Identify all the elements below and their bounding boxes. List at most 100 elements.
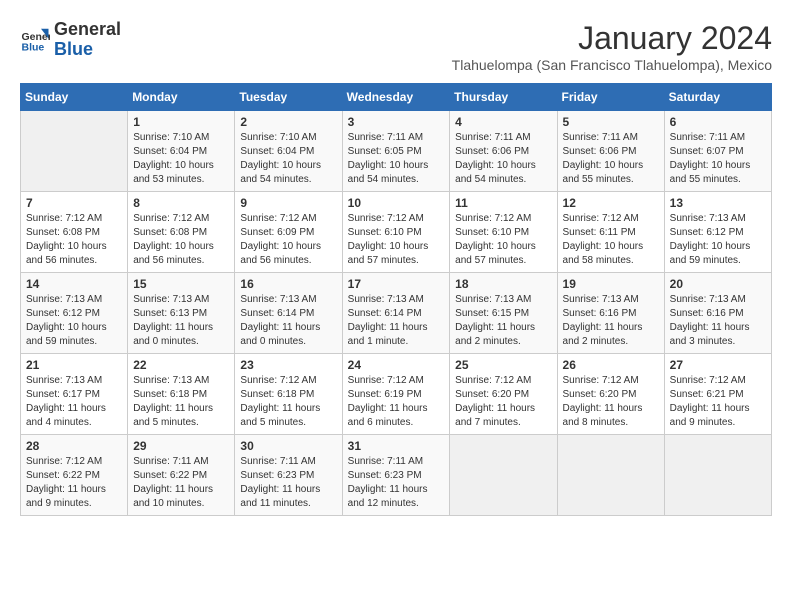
calendar-cell: 31 Sunrise: 7:11 AMSunset: 6:23 PMDayligh… [342,435,450,516]
day-info: Sunrise: 7:12 AMSunset: 6:11 PMDaylight:… [563,212,659,268]
calendar-cell: 18 Sunrise: 7:13 AMSunset: 6:15 PMDayligh… [450,273,557,354]
calendar-cell: 29 Sunrise: 7:11 AMSunset: 6:22 PMDayligh… [128,435,235,516]
day-number: 13 [670,196,766,210]
day-number: 9 [240,196,336,210]
day-info: Sunrise: 7:12 AMSunset: 6:21 PMDaylight:… [670,374,766,430]
day-info: Sunrise: 7:11 AMSunset: 6:23 PMDaylight:… [348,455,445,511]
calendar-cell: 28Sunrise: 7:12 AMSunset: 6:22 PMDayligh… [21,435,128,516]
day-number: 23 [240,358,336,372]
day-info: Sunrise: 7:11 AMSunset: 6:06 PMDaylight:… [455,131,551,187]
day-number: 2 [240,115,336,129]
calendar-cell: 4 Sunrise: 7:11 AMSunset: 6:06 PMDaylight… [450,111,557,192]
day-info: Sunrise: 7:12 AMSunset: 6:10 PMDaylight:… [455,212,551,268]
day-info: Sunrise: 7:12 AMSunset: 6:09 PMDaylight:… [240,212,336,268]
logo-icon: General Blue [20,25,50,55]
day-info: Sunrise: 7:12 AMSunset: 6:20 PMDaylight:… [563,374,659,430]
day-number: 22 [133,358,229,372]
day-info: Sunrise: 7:10 AMSunset: 6:04 PMDaylight:… [133,131,229,187]
day-info: Sunrise: 7:13 AMSunset: 6:14 PMDaylight:… [240,293,336,349]
day-number: 20 [670,277,766,291]
calendar-cell [450,435,557,516]
calendar-body: 1 Sunrise: 7:10 AMSunset: 6:04 PMDaylight… [21,111,772,516]
day-number: 12 [563,196,659,210]
day-number: 10 [348,196,445,210]
calendar-header: SundayMondayTuesdayWednesdayThursdayFrid… [21,84,772,111]
day-number: 19 [563,277,659,291]
week-row-3: 14Sunrise: 7:13 AMSunset: 6:12 PMDayligh… [21,273,772,354]
day-number: 4 [455,115,551,129]
page-header: General Blue General Blue January 2024 T… [20,20,772,73]
day-info: Sunrise: 7:13 AMSunset: 6:12 PMDaylight:… [670,212,766,268]
week-row-1: 1 Sunrise: 7:10 AMSunset: 6:04 PMDaylight… [21,111,772,192]
day-info: Sunrise: 7:11 AMSunset: 6:22 PMDaylight:… [133,455,229,511]
calendar-cell: 12 Sunrise: 7:12 AMSunset: 6:11 PMDayligh… [557,192,664,273]
day-info: Sunrise: 7:13 AMSunset: 6:15 PMDaylight:… [455,293,551,349]
day-number: 26 [563,358,659,372]
calendar-cell: 23Sunrise: 7:12 AMSunset: 6:18 PMDayligh… [235,354,342,435]
logo: General Blue General Blue [20,20,121,60]
calendar-cell: 10Sunrise: 7:12 AMSunset: 6:10 PMDayligh… [342,192,450,273]
header-thursday: Thursday [450,84,557,111]
calendar-cell: 2 Sunrise: 7:10 AMSunset: 6:04 PMDaylight… [235,111,342,192]
day-number: 21 [26,358,122,372]
day-info: Sunrise: 7:11 AMSunset: 6:23 PMDaylight:… [240,455,336,511]
day-info: Sunrise: 7:12 AMSunset: 6:08 PMDaylight:… [133,212,229,268]
header-tuesday: Tuesday [235,84,342,111]
header-sunday: Sunday [21,84,128,111]
day-number: 31 [348,439,445,453]
day-info: Sunrise: 7:11 AMSunset: 6:05 PMDaylight:… [348,131,445,187]
calendar-cell: 3Sunrise: 7:11 AMSunset: 6:05 PMDaylight… [342,111,450,192]
day-info: Sunrise: 7:12 AMSunset: 6:22 PMDaylight:… [26,455,122,511]
day-info: Sunrise: 7:13 AMSunset: 6:16 PMDaylight:… [563,293,659,349]
calendar-cell: 11 Sunrise: 7:12 AMSunset: 6:10 PMDayligh… [450,192,557,273]
day-number: 1 [133,115,229,129]
calendar-cell: 1 Sunrise: 7:10 AMSunset: 6:04 PMDaylight… [128,111,235,192]
calendar-cell [21,111,128,192]
week-row-2: 7 Sunrise: 7:12 AMSunset: 6:08 PMDaylight… [21,192,772,273]
calendar-cell: 22Sunrise: 7:13 AMSunset: 6:18 PMDayligh… [128,354,235,435]
day-number: 6 [670,115,766,129]
day-number: 27 [670,358,766,372]
day-info: Sunrise: 7:12 AMSunset: 6:19 PMDaylight:… [348,374,445,430]
calendar-cell: 21 Sunrise: 7:13 AMSunset: 6:17 PMDayligh… [21,354,128,435]
calendar-cell: 17Sunrise: 7:13 AMSunset: 6:14 PMDayligh… [342,273,450,354]
calendar-cell: 9 Sunrise: 7:12 AMSunset: 6:09 PMDaylight… [235,192,342,273]
day-number: 5 [563,115,659,129]
day-number: 15 [133,277,229,291]
logo-text-general: General [54,20,121,40]
calendar-cell: 5Sunrise: 7:11 AMSunset: 6:06 PMDaylight… [557,111,664,192]
day-info: Sunrise: 7:13 AMSunset: 6:12 PMDaylight:… [26,293,122,349]
day-number: 25 [455,358,551,372]
week-row-4: 21 Sunrise: 7:13 AMSunset: 6:17 PMDayligh… [21,354,772,435]
calendar-cell: 20 Sunrise: 7:13 AMSunset: 6:16 PMDayligh… [664,273,771,354]
calendar-cell: 30Sunrise: 7:11 AMSunset: 6:23 PMDayligh… [235,435,342,516]
day-number: 7 [26,196,122,210]
calendar-cell: 16 Sunrise: 7:13 AMSunset: 6:14 PMDayligh… [235,273,342,354]
logo-text-blue: Blue [54,40,121,60]
calendar-cell: 25Sunrise: 7:12 AMSunset: 6:20 PMDayligh… [450,354,557,435]
day-number: 11 [455,196,551,210]
day-number: 8 [133,196,229,210]
header-wednesday: Wednesday [342,84,450,111]
calendar-cell: 7 Sunrise: 7:12 AMSunset: 6:08 PMDaylight… [21,192,128,273]
day-number: 18 [455,277,551,291]
day-number: 16 [240,277,336,291]
day-info: Sunrise: 7:11 AMSunset: 6:07 PMDaylight:… [670,131,766,187]
day-info: Sunrise: 7:13 AMSunset: 6:16 PMDaylight:… [670,293,766,349]
day-info: Sunrise: 7:10 AMSunset: 6:04 PMDaylight:… [240,131,336,187]
header-saturday: Saturday [664,84,771,111]
day-info: Sunrise: 7:13 AMSunset: 6:13 PMDaylight:… [133,293,229,349]
day-info: Sunrise: 7:13 AMSunset: 6:17 PMDaylight:… [26,374,122,430]
calendar-cell: 24Sunrise: 7:12 AMSunset: 6:19 PMDayligh… [342,354,450,435]
title-section: January 2024 Tlahuelompa (San Francisco … [452,20,772,73]
day-info: Sunrise: 7:13 AMSunset: 6:14 PMDaylight:… [348,293,445,349]
calendar-cell [664,435,771,516]
calendar-cell: 19 Sunrise: 7:13 AMSunset: 6:16 PMDayligh… [557,273,664,354]
svg-text:Blue: Blue [22,41,45,53]
calendar-subtitle: Tlahuelompa (San Francisco Tlahuelompa),… [452,57,772,73]
day-info: Sunrise: 7:12 AMSunset: 6:08 PMDaylight:… [26,212,122,268]
day-number: 29 [133,439,229,453]
header-monday: Monday [128,84,235,111]
calendar-title: January 2024 [452,20,772,57]
calendar-cell: 8 Sunrise: 7:12 AMSunset: 6:08 PMDaylight… [128,192,235,273]
